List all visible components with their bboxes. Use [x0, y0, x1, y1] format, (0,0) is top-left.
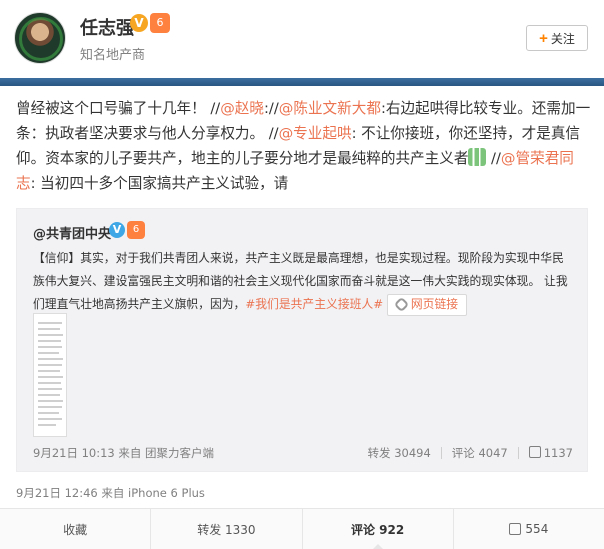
verified-icon: V: [109, 222, 125, 238]
repost-actions: 转发 30494 评论 4047 1137: [368, 445, 573, 461]
vip-badge-icon: 6: [127, 221, 145, 239]
mention-link[interactable]: @赵晓: [220, 100, 264, 117]
post-text-segment: 曾经被这个口号骗了十几年！ //: [16, 100, 221, 117]
thumbs-up-icon: [509, 523, 522, 535]
like-label: 554: [525, 522, 549, 536]
separator: [517, 447, 519, 459]
post-text: 曾经被这个口号骗了十几年！ //@赵晓://@陈业文新大都:右边起哄得比较专业。…: [16, 96, 592, 196]
post-meta: 9月21日 12:46 来自 iPhone 6 Plus: [16, 486, 205, 500]
repost-repost-count[interactable]: 转发 30494: [368, 445, 431, 461]
user-description: 知名地产商: [80, 48, 146, 63]
header-divider: [0, 78, 604, 86]
repost-label: 转发 1330: [197, 522, 256, 537]
repost-text: 【信仰】其实，对于我们共青团人来说，共产主义既是最高理想，也是实现过程。现阶段为…: [33, 247, 573, 316]
post-text-segment: ://: [264, 100, 279, 117]
mention-link[interactable]: @专业起哄: [279, 125, 352, 142]
repost-comment-count[interactable]: 评论 4047: [452, 445, 508, 461]
web-link-label: 网页链接: [410, 297, 459, 311]
user-name[interactable]: 任志强: [80, 14, 134, 40]
profile-header: 任志强 V 6 知名地产商 + 关注: [0, 0, 604, 78]
repost-like-button[interactable]: 1137: [528, 446, 573, 460]
image-thumbnail[interactable]: [33, 313, 67, 437]
like-button[interactable]: 554: [454, 509, 604, 549]
follow-button[interactable]: + 关注: [526, 25, 588, 51]
vip-badge-icon: 6: [150, 13, 170, 33]
active-caret-icon: [371, 544, 384, 549]
follow-label: 关注: [550, 31, 575, 46]
comment-label: 评论 922: [351, 522, 405, 537]
favorite-button[interactable]: 收藏: [0, 509, 152, 549]
comment-button[interactable]: 评论 922: [303, 509, 454, 549]
repost-button[interactable]: 转发 1330: [151, 509, 303, 549]
bamboo-emoji-icon: [468, 148, 487, 166]
repost-like-count: 1137: [543, 446, 573, 460]
topic-link[interactable]: #我们是共产主义接班人#: [245, 297, 383, 311]
mention-link[interactable]: @陈业文新大都: [279, 100, 381, 117]
thumbs-up-icon: [528, 446, 541, 458]
repost-author[interactable]: @共青团中央: [33, 223, 111, 242]
favorite-label: 收藏: [63, 522, 88, 537]
repost-meta: 9月21日 10:13 来自 团聚力客户端: [33, 446, 215, 460]
reposted-weibo: @共青团中央 V 6 【信仰】其实，对于我们共青团人来说，共产主义既是最高理想，…: [16, 208, 588, 472]
action-bar: 收藏 转发 1330 评论 922 554: [0, 508, 604, 549]
post-text-segment: //: [486, 150, 501, 167]
link-icon: [393, 296, 410, 313]
verified-icon: V: [130, 14, 148, 32]
avatar[interactable]: [14, 12, 66, 64]
separator: [440, 447, 442, 459]
post-text-segment: : 当初四十多个国家搞共产主义试验，请: [30, 175, 289, 192]
avatar-ring: [19, 17, 63, 61]
web-link-button[interactable]: 网页链接: [386, 293, 468, 316]
plus-icon: +: [539, 29, 548, 47]
